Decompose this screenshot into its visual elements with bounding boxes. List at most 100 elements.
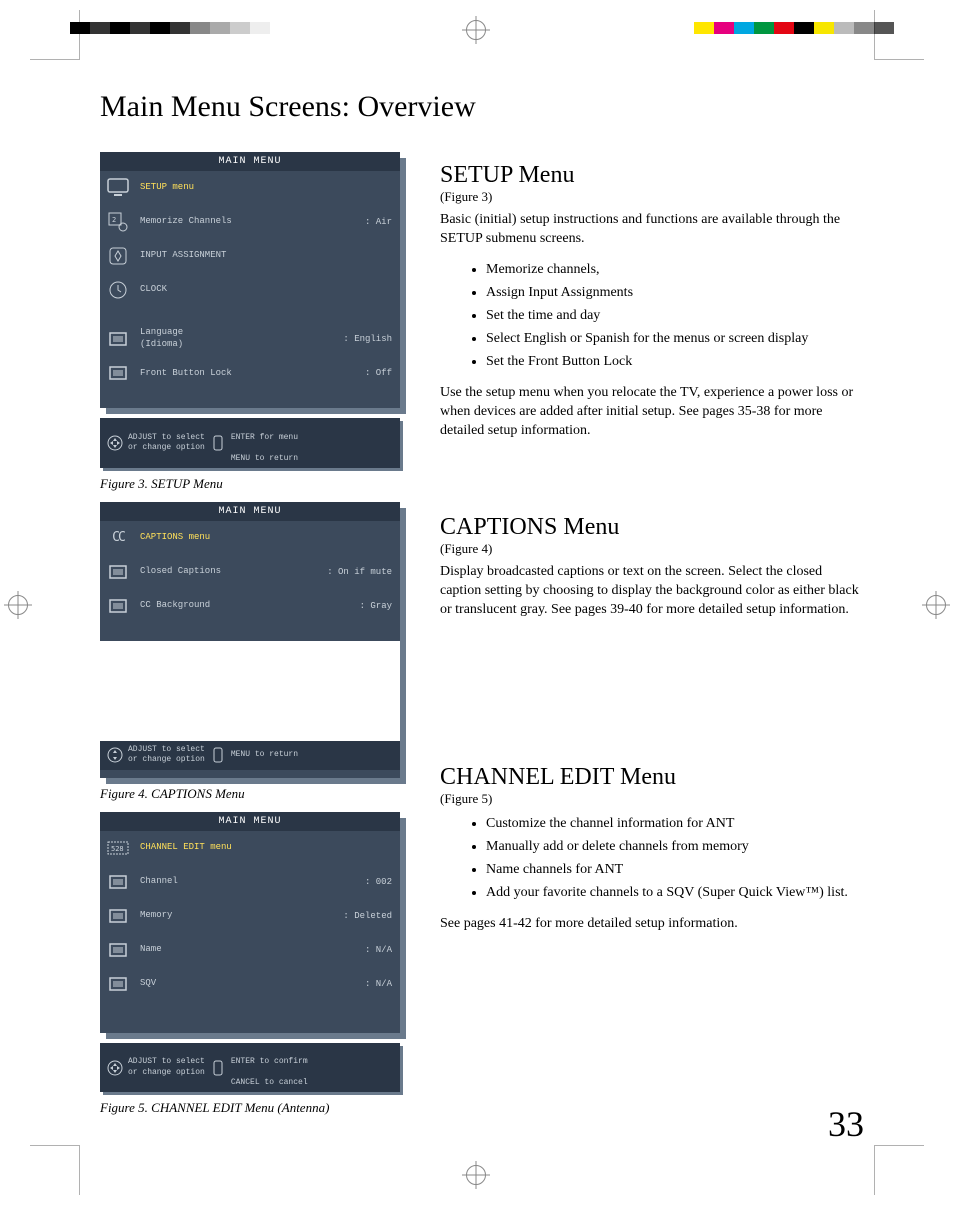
channel-outro: See pages 41-42 for more detailed setup … xyxy=(440,915,864,934)
setup-menu-figure: MAIN MENU SETUP menu 2 Memorize Channels… xyxy=(100,152,400,408)
menu-item-label: CLOCK xyxy=(140,284,392,296)
registration-mark-icon xyxy=(466,20,486,40)
dpad-icon xyxy=(106,1059,124,1077)
box-icon xyxy=(106,973,130,995)
menu-item-frontlock: Front Button Lock : Off xyxy=(100,356,400,390)
menu-title: MAIN MENU xyxy=(100,502,400,521)
crop-mark xyxy=(30,10,80,60)
channel-edit-footer: ADJUST to select or change option ENTER … xyxy=(100,1043,400,1093)
bullet: Assign Input Assignments xyxy=(486,282,864,303)
bullet: Customize the channel information for AN… xyxy=(486,813,864,834)
color-bar-right xyxy=(694,22,894,34)
dpad-icon xyxy=(106,746,124,764)
registration-mark-icon xyxy=(466,1165,486,1185)
menu-item-value: : English xyxy=(343,334,392,344)
setup-intro: Basic (initial) setup instructions and f… xyxy=(440,211,864,249)
box-icon xyxy=(106,561,130,583)
menu-item-value: : N/A xyxy=(365,979,392,989)
menu-item-language: Language (Idioma) : English xyxy=(100,321,400,356)
chedit-icon: 528 xyxy=(106,837,130,859)
menu-item-name: Name : N/A xyxy=(100,933,400,967)
menu-item-captions: CC CAPTIONS menu xyxy=(100,521,400,555)
bullet: Set the time and day xyxy=(486,305,864,326)
setup-heading: SETUP Menu xyxy=(440,162,864,189)
box-icon xyxy=(106,362,130,384)
channel-figref: (Figure 5) xyxy=(440,791,864,807)
footer-mid: ENTER for menu xyxy=(231,433,298,442)
bullet: Manually add or delete channels from mem… xyxy=(486,836,864,857)
page-number: 33 xyxy=(828,1103,864,1145)
menu-item-value: : Off xyxy=(365,368,392,378)
menu-item-ccbg: CC Background : Gray xyxy=(100,589,400,623)
menu-item-label: Name xyxy=(140,944,365,956)
menu-item-value: : Deleted xyxy=(343,911,392,921)
footer-right: CANCEL to cancel xyxy=(231,1078,308,1087)
footer-text: ADJUST to select or change option xyxy=(128,1057,205,1078)
captions-menu-figure: MAIN MENU CC CAPTIONS menu Closed Captio… xyxy=(100,502,400,778)
menu-item-label: CAPTIONS menu xyxy=(140,532,392,544)
menu-item-label: CHANNEL EDIT menu xyxy=(140,842,392,854)
figure-caption: Figure 4. CAPTIONS Menu xyxy=(100,786,410,802)
menu-item-label: INPUT ASSIGNMENT xyxy=(140,250,392,262)
channels-icon: 2 xyxy=(106,211,130,233)
registration-mark-icon xyxy=(926,595,946,615)
menu-item-label: Closed Captions xyxy=(140,566,327,578)
menu-item-sqv: SQV : N/A xyxy=(100,967,400,1001)
menu-item-value: : On if mute xyxy=(327,567,392,577)
box-icon xyxy=(106,905,130,927)
menu-item-value: : Air xyxy=(365,217,392,227)
input-icon xyxy=(106,245,130,267)
footer-mid: ENTER to confirm xyxy=(231,1057,308,1066)
menu-item-label: SQV xyxy=(140,978,365,990)
captions-body: Display broadcasted captions or text on … xyxy=(440,563,864,620)
menu-item-input: INPUT ASSIGNMENT xyxy=(100,239,400,273)
bullet: Memorize channels, xyxy=(486,259,864,280)
channel-heading: CHANNEL EDIT Menu xyxy=(440,764,864,791)
captions-heading: CAPTIONS Menu xyxy=(440,514,864,541)
box-icon xyxy=(106,939,130,961)
bullet: Select English or Spanish for the menus … xyxy=(486,328,864,349)
figure-caption: Figure 3. SETUP Menu xyxy=(100,476,410,492)
cc-icon: CC xyxy=(106,527,130,549)
box-icon xyxy=(106,871,130,893)
menu-item-label: SETUP menu xyxy=(140,182,392,194)
box-icon xyxy=(106,595,130,617)
crop-mark xyxy=(874,1145,924,1195)
menu-title: MAIN MENU xyxy=(100,812,400,831)
footer-text: ENTER to confirm CANCEL to cancel xyxy=(231,1047,308,1089)
menu-item-chedit: 528 CHANNEL EDIT menu xyxy=(100,831,400,865)
remote-icon xyxy=(209,434,227,452)
svg-text:528: 528 xyxy=(111,845,124,853)
footer-right: MENU to return xyxy=(231,454,298,463)
bullet: Add your favorite channels to a SQV (Sup… xyxy=(486,882,864,903)
setup-menu-footer: ADJUST to select or change option ENTER … xyxy=(100,418,400,468)
menu-item-closedcaptions: Closed Captions : On if mute xyxy=(100,555,400,589)
menu-item-label: Memorize Channels xyxy=(140,216,365,228)
menu-item-channel: Channel : 002 xyxy=(100,865,400,899)
menu-item-value: : Gray xyxy=(360,601,392,611)
menu-item-label: Front Button Lock xyxy=(140,368,365,380)
dpad-icon xyxy=(106,434,124,452)
crop-mark xyxy=(30,1145,80,1195)
menu-item-clock: CLOCK xyxy=(100,273,400,307)
footer-text: MENU to return xyxy=(231,750,298,760)
box-icon xyxy=(106,328,130,350)
bullet: Name channels for ANT xyxy=(486,859,864,880)
tv-icon xyxy=(106,177,130,199)
setup-outro: Use the setup menu when you relocate the… xyxy=(440,384,864,441)
figure-caption: Figure 5. CHANNEL EDIT Menu (Antenna) xyxy=(100,1100,410,1116)
channel-edit-menu-figure: MAIN MENU 528 CHANNEL EDIT menu Channel … xyxy=(100,812,400,1033)
menu-item-label: Language (Idioma) xyxy=(140,327,343,350)
menu-item-value: : 002 xyxy=(365,877,392,887)
crop-mark xyxy=(874,10,924,60)
bullet: Set the Front Button Lock xyxy=(486,351,864,372)
menu-item-label: Memory xyxy=(140,910,343,922)
color-bar-left xyxy=(70,22,270,34)
setup-figref: (Figure 3) xyxy=(440,189,864,205)
menu-item-value: : N/A xyxy=(365,945,392,955)
menu-item-memory: Memory : Deleted xyxy=(100,899,400,933)
menu-title: MAIN MENU xyxy=(100,152,400,171)
captions-figref: (Figure 4) xyxy=(440,541,864,557)
remote-icon xyxy=(209,1059,227,1077)
footer-text: ADJUST to select or change option xyxy=(128,745,205,766)
